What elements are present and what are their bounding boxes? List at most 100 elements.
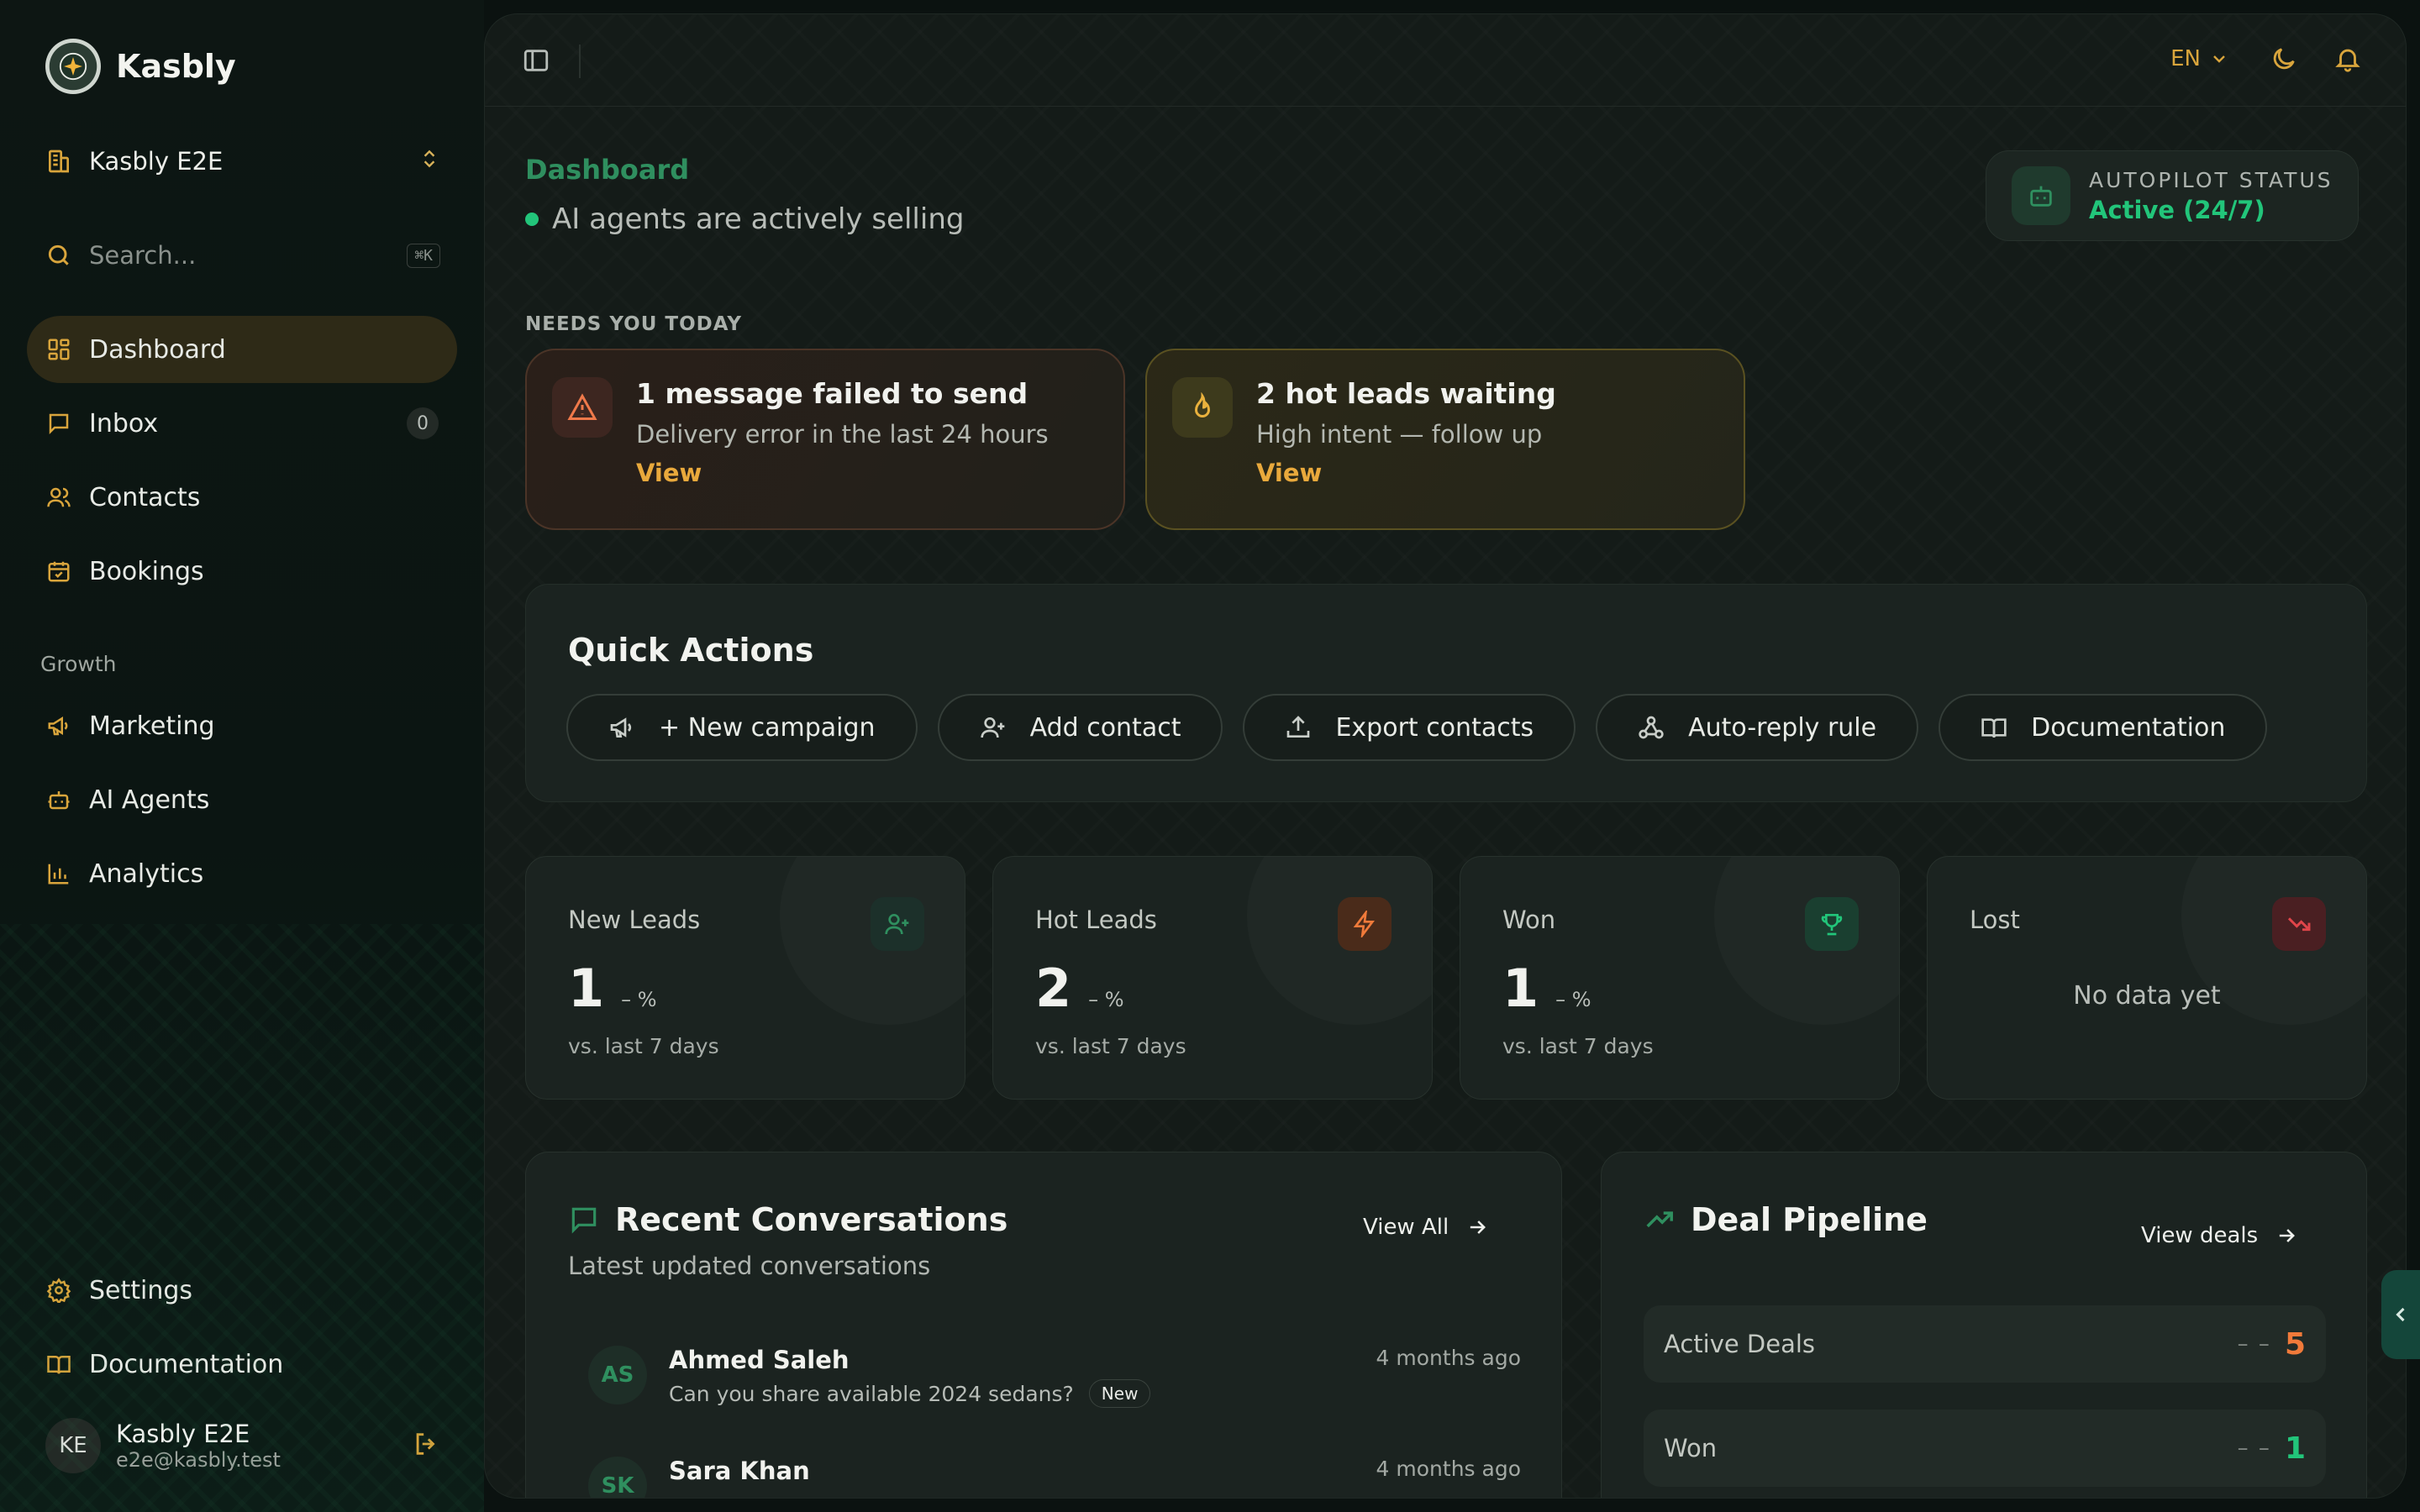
sidebar-item-label: Bookings	[89, 556, 204, 586]
sidebar-item-label: Dashboard	[89, 334, 226, 365]
stat-percent: – %	[1555, 988, 1591, 1011]
hot-leads-card[interactable]: 2 hot leads waiting High intent — follow…	[1145, 349, 1745, 530]
bot-icon	[45, 786, 72, 813]
recent-conversations: Recent Conversations Latest updated conv…	[525, 1152, 1562, 1498]
subtitle-text: AI agents are actively selling	[552, 202, 965, 236]
dashboard-icon	[45, 336, 72, 363]
timestamp: 4 months ago	[1376, 1457, 1521, 1481]
conversations-subtitle: Latest updated conversations	[568, 1252, 931, 1280]
gear-icon	[45, 1277, 72, 1304]
conversation-row[interactable]: SK Sara Khan 4 months ago	[588, 1457, 1521, 1498]
autopilot-value: Active (24/7)	[2089, 195, 2265, 224]
export-contacts-button[interactable]: Export contacts	[1243, 694, 1576, 761]
stat-label: Won	[1502, 906, 1556, 934]
sidebar: Kasbly Kasbly E2E Search... ⌘K Dashboard…	[0, 0, 484, 1512]
language-selector[interactable]: EN	[2170, 46, 2229, 71]
view-deals-button[interactable]: View deals	[2141, 1223, 2298, 1248]
sidebar-item-label: Analytics	[89, 858, 204, 889]
book-icon	[45, 1351, 72, 1378]
view-all-button[interactable]: View All	[1363, 1215, 1489, 1240]
bell-icon[interactable]	[2333, 45, 2362, 76]
autopilot-status: AUTOPILOT STATUS Active (24/7)	[1986, 150, 2359, 241]
contact-name: Sara Khan	[669, 1457, 810, 1485]
logout-icon[interactable]	[412, 1430, 440, 1462]
sidebar-item-ai-agents[interactable]: AI Agents	[27, 766, 457, 833]
calendar-icon	[45, 558, 72, 585]
sidebar-item-contacts[interactable]: Contacts	[27, 464, 457, 531]
sidebar-item-label: Inbox	[89, 408, 159, 438]
stat-value-row: 1 – %	[568, 958, 923, 1019]
documentation-button[interactable]: Documentation	[1939, 694, 2268, 761]
failed-message-card[interactable]: 1 message failed to send Delivery error …	[525, 349, 1125, 530]
add-contact-button[interactable]: Add contact	[937, 694, 1223, 761]
search-input[interactable]: Search... ⌘K	[45, 235, 440, 276]
pipeline-row-active-deals[interactable]: Active Deals – – 5	[1644, 1305, 2326, 1383]
pipeline-dash: – –	[2237, 1436, 2271, 1461]
stat-card-new-leads[interactable]: New Leads 1 – % vs. last 7 days	[525, 856, 965, 1100]
stat-percent: – %	[621, 988, 657, 1011]
alert-subtitle: High intent — follow up	[1256, 420, 1543, 449]
breadcrumb[interactable]: Dashboard	[525, 154, 689, 186]
sidebar-item-marketing[interactable]: Marketing	[27, 692, 457, 759]
sidebar-item-dashboard[interactable]: Dashboard	[27, 316, 457, 383]
button-label: Documentation	[2031, 712, 2226, 743]
building-icon	[45, 148, 72, 175]
sidebar-item-analytics[interactable]: Analytics	[27, 840, 457, 907]
avatar: SK	[588, 1457, 647, 1498]
app-root: Kasbly Kasbly E2E Search... ⌘K Dashboard…	[0, 0, 2420, 1512]
chevron-left-icon	[2389, 1303, 2412, 1326]
auto-reply-rule-button[interactable]: Auto-reply rule	[1596, 694, 1919, 761]
sidebar-item-settings[interactable]: Settings	[27, 1257, 457, 1324]
user-profile[interactable]: KE Kasbly E2E e2e@kasbly.test	[45, 1418, 440, 1473]
message-preview: Can you share available 2024 sedans?	[669, 1381, 1074, 1406]
upload-icon	[1285, 714, 1312, 741]
sidebar-item-documentation[interactable]: Documentation	[27, 1331, 457, 1398]
pipeline-label: Won	[1664, 1434, 1718, 1462]
sidebar-item-bookings[interactable]: Bookings	[27, 538, 457, 605]
inbox-count-badge: 0	[407, 407, 439, 439]
stat-percent: – %	[1088, 988, 1124, 1011]
webhook-icon	[1638, 714, 1665, 741]
moon-icon[interactable]	[2270, 45, 2298, 76]
user-email: e2e@kasbly.test	[116, 1448, 281, 1472]
needs-today-label: NEEDS YOU TODAY	[525, 313, 742, 335]
avatar: AS	[588, 1346, 647, 1404]
sidebar-item-label: AI Agents	[89, 785, 210, 815]
message-preview-row: Can you share available 2024 sedans? New	[669, 1379, 1151, 1408]
view-link[interactable]: View	[636, 459, 1049, 487]
nav-section-growth: Growth	[40, 652, 117, 676]
stat-card-won[interactable]: Won 1 – % vs. last 7 days	[1460, 856, 1900, 1100]
button-label: Add contact	[1029, 712, 1181, 743]
button-label: Export contacts	[1335, 712, 1534, 743]
pipeline-row-won[interactable]: Won – – 1	[1644, 1410, 2326, 1487]
conversation-row[interactable]: AS Ahmed Saleh Can you share available 2…	[588, 1346, 1521, 1408]
stat-compare: vs. last 7 days	[568, 1034, 719, 1058]
main-panel: EN Dashboard AI agents are actively sell…	[484, 13, 2407, 1499]
stat-compare: vs. last 7 days	[1502, 1034, 1654, 1058]
brand[interactable]: Kasbly	[45, 39, 236, 94]
stat-card-lost[interactable]: Lost No data yet	[1927, 856, 2367, 1100]
trend-up-icon	[1644, 1204, 1676, 1236]
alert-title: 2 hot leads waiting	[1256, 377, 1556, 410]
main-nav: Dashboard Inbox 0 Contacts Bookings	[27, 316, 457, 612]
message-square-icon	[568, 1204, 600, 1236]
sidebar-toggle-icon[interactable]	[522, 46, 550, 78]
side-panel-toggle[interactable]	[2381, 1270, 2420, 1359]
user-plus-icon	[980, 714, 1007, 741]
contacts-icon	[45, 484, 72, 511]
quick-actions-title: Quick Actions	[568, 632, 814, 669]
button-label: Auto-reply rule	[1688, 712, 1877, 743]
quick-actions-row: + New campaign Add contact Export contac…	[566, 694, 2268, 761]
user-plus-icon	[871, 897, 924, 951]
bot-icon	[2012, 166, 2070, 225]
stat-label: New Leads	[568, 906, 701, 934]
sidebar-item-inbox[interactable]: Inbox 0	[27, 390, 457, 457]
view-link[interactable]: View	[1256, 459, 1556, 487]
new-campaign-button[interactable]: + New campaign	[566, 694, 918, 761]
button-label: View deals	[2141, 1223, 2259, 1248]
button-label: + New campaign	[659, 712, 876, 743]
pipeline-title: Deal Pipeline	[1691, 1201, 1928, 1238]
stat-card-hot-leads[interactable]: Hot Leads 2 – % vs. last 7 days	[992, 856, 1433, 1100]
bottom-nav: Settings Documentation	[27, 1257, 457, 1404]
workspace-switcher[interactable]: Kasbly E2E	[45, 141, 440, 181]
